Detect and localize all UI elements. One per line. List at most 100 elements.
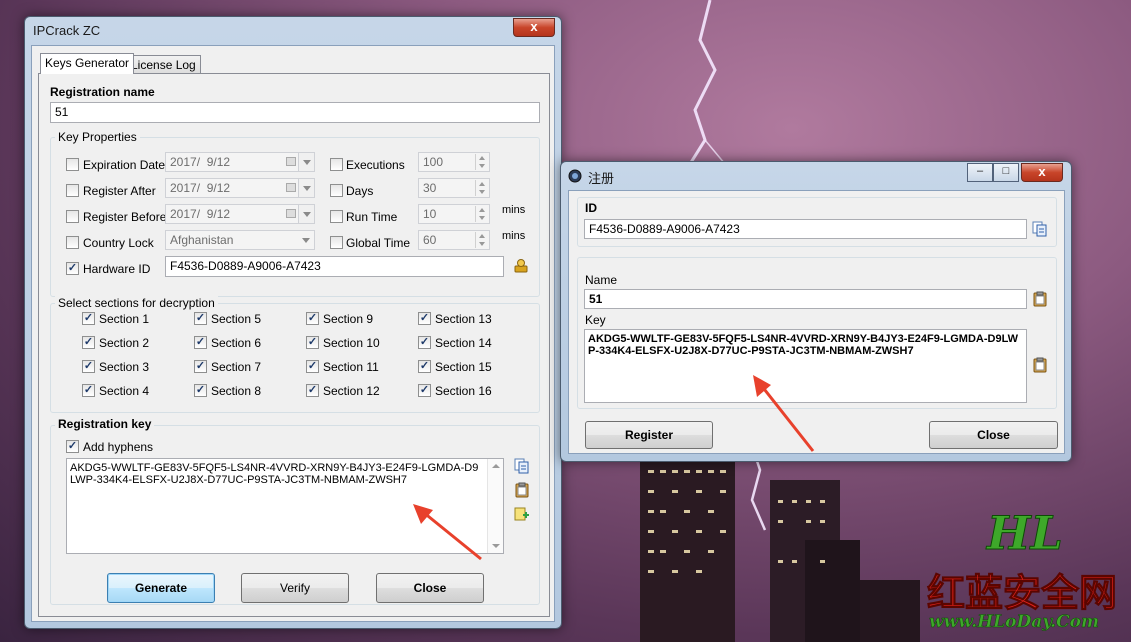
executions-stepper[interactable]: 100 [418,152,490,172]
executions-label: Executions [346,158,405,172]
hardware-id-input[interactable]: F4536-D0889-A9006-A7423 [165,256,504,277]
scrollbar[interactable] [487,459,503,553]
global-time-unit: mins [502,230,526,242]
registration-key-label: Registration key [55,417,155,431]
hardware-lookup-icon[interactable] [513,257,529,273]
section-checkbox[interactable]: ✓ [418,312,431,325]
run-time-stepper[interactable]: 10 [418,204,490,224]
section-checkbox[interactable]: ✓ [418,384,431,397]
close-button[interactable]: Close [376,573,484,603]
section-label: Section 10 [323,336,380,350]
copy-icon[interactable] [514,458,530,474]
generate-button[interactable]: Generate [107,573,215,603]
tab-license-log[interactable]: License Log [126,55,201,74]
section-label: Section 11 [323,360,379,374]
sections-group-label: Select sections for decryption [55,296,218,310]
run-time-value: 10 [423,207,437,221]
register-titlebar[interactable]: 注册 – □ x [561,162,1071,190]
paste-icon[interactable] [1032,291,1048,307]
add-document-icon[interactable] [514,506,530,522]
run-time-unit: mins [502,204,526,216]
register-close-titlebar-button[interactable]: x [1021,163,1063,182]
days-checkbox[interactable] [330,184,343,197]
register-window: 注册 – □ x ID F4536-D0889-A9006-A7423 Name… [560,161,1072,462]
copy-icon[interactable] [1032,221,1048,237]
section-checkbox[interactable]: ✓ [82,312,95,325]
hardware-id-checkbox[interactable]: ✓ [66,262,79,275]
section-checkbox[interactable]: ✓ [418,336,431,349]
register-after-checkbox[interactable] [66,184,79,197]
paste-icon[interactable] [514,482,530,498]
register-before-picker[interactable]: 2017/ 9/12 [165,204,315,224]
section-checkbox[interactable]: ✓ [194,360,207,373]
section-label: Section 12 [323,384,380,398]
key-properties-label: Key Properties [55,130,140,144]
register-button[interactable]: Register [585,421,713,449]
spin-arrows-icon[interactable] [475,232,488,248]
country-lock-select[interactable]: Afghanistan [165,230,315,250]
calendar-icon [286,209,296,218]
days-stepper[interactable]: 30 [418,178,490,198]
calendar-icon [286,157,296,166]
run-time-label: Run Time [346,210,398,224]
register-close-button[interactable]: Close [929,421,1058,449]
section-checkbox[interactable]: ✓ [306,312,319,325]
add-hyphens-label: Add hyphens [83,440,154,454]
section-label: Section 9 [323,312,374,326]
section-checkbox[interactable]: ✓ [306,384,319,397]
red-arrow-annotation [413,504,482,561]
global-time-stepper[interactable]: 60 [418,230,490,250]
spin-arrows-icon[interactable] [475,154,488,170]
id-input[interactable]: F4536-D0889-A9006-A7423 [584,219,1027,239]
expiration-date-checkbox[interactable] [66,158,79,171]
section-checkbox[interactable]: ✓ [82,384,95,397]
chevron-down-icon[interactable] [298,153,314,171]
tab-panel: Registration name 51 Key Properties Expi… [38,73,550,617]
spin-arrows-icon[interactable] [475,206,488,222]
chevron-down-icon[interactable] [298,205,314,223]
section-label: Section 5 [211,312,262,326]
section-checkbox[interactable]: ✓ [306,360,319,373]
country-lock-checkbox[interactable] [66,236,79,249]
register-before-checkbox[interactable] [66,210,79,223]
section-checkbox[interactable]: ✓ [306,336,319,349]
global-time-checkbox[interactable] [330,236,343,249]
days-value: 30 [423,181,437,195]
app-icon [568,169,582,183]
chevron-down-icon[interactable] [298,179,314,197]
run-time-checkbox[interactable] [330,210,343,223]
register-before-label: Register Before [83,210,167,224]
watermark-logo: HL [987,506,1064,561]
expiration-date-picker[interactable]: 2017/ 9/12 [165,152,315,172]
registration-name-label: Registration name [50,85,155,99]
register-client-area: ID F4536-D0889-A9006-A7423 Name 51 Key A… [568,190,1065,454]
verify-button[interactable]: Verify [241,573,349,603]
register-after-value: 2017/ 9/12 [170,181,231,195]
section-checkbox[interactable]: ✓ [194,336,207,349]
section-checkbox[interactable]: ✓ [82,336,95,349]
section-label: Section 16 [435,384,492,398]
name-label: Name [585,273,618,287]
site-watermark: HL 红蓝安全网 www.HLoDay.Com [925,506,1129,640]
spin-arrows-icon[interactable] [475,180,488,196]
main-titlebar[interactable]: IPCrack ZC x [25,17,561,45]
section-checkbox[interactable]: ✓ [194,384,207,397]
paste-icon[interactable] [1032,357,1048,373]
section-checkbox[interactable]: ✓ [194,312,207,325]
section-checkbox[interactable]: ✓ [82,360,95,373]
section-checkbox[interactable]: ✓ [418,360,431,373]
name-input[interactable]: 51 [584,289,1027,309]
register-after-label: Register After [83,184,156,198]
tab-keys-generator[interactable]: Keys Generator [40,53,135,74]
register-after-picker[interactable]: 2017/ 9/12 [165,178,315,198]
maximize-button[interactable]: □ [993,163,1019,182]
main-close-button[interactable]: x [513,18,555,37]
executions-checkbox[interactable] [330,158,343,171]
expiration-date-label: Expiration Date [83,158,166,172]
chevron-down-icon[interactable] [298,231,314,249]
minimize-button[interactable]: – [967,163,993,182]
calendar-icon [286,183,296,192]
registration-name-input[interactable]: 51 [50,102,540,123]
add-hyphens-checkbox[interactable]: ✓ [66,440,79,453]
id-label: ID [585,201,597,215]
